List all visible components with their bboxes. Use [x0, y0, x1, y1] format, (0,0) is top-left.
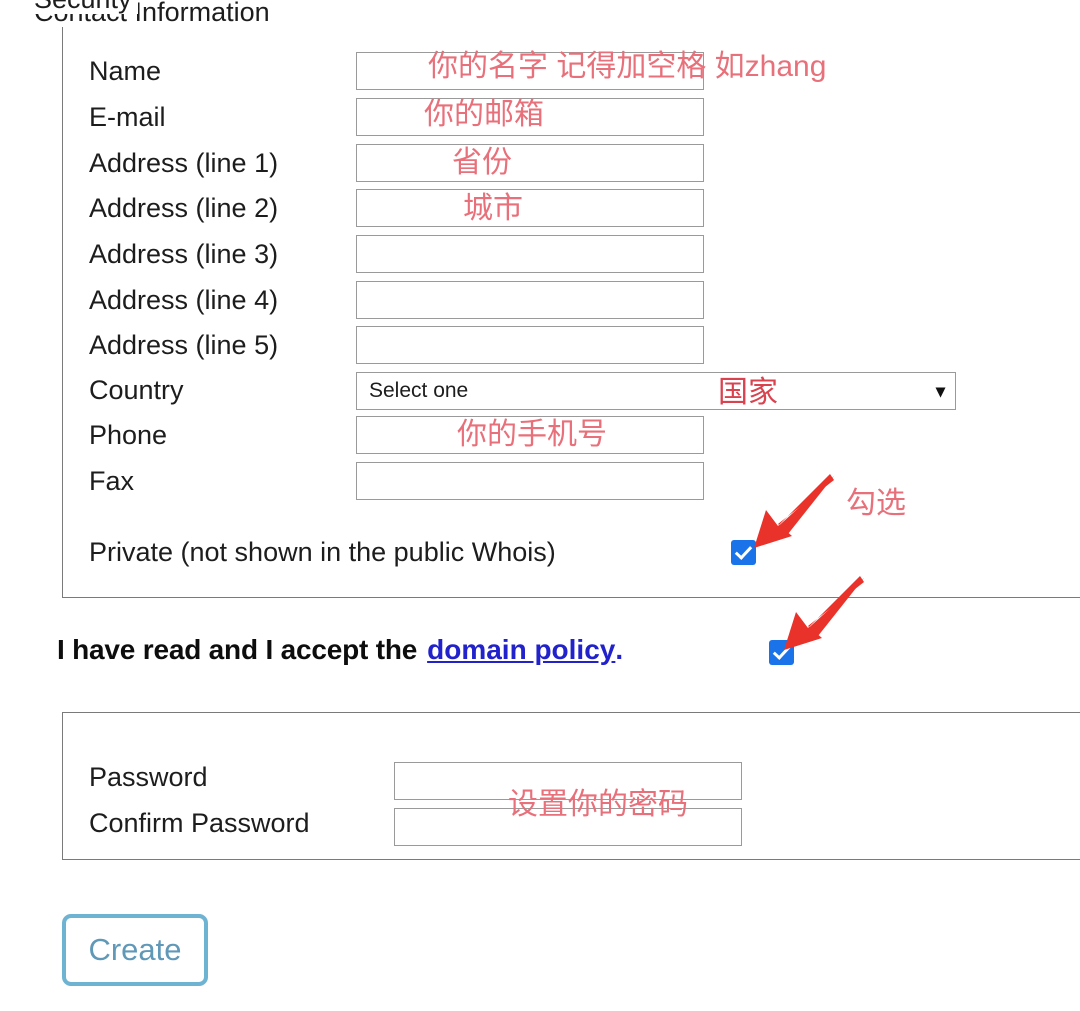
- private-whois-row: Private (not shown in the public Whois): [89, 535, 556, 569]
- address-line-3-input[interactable]: [356, 235, 704, 273]
- row-address-line-3: Address (line 3): [89, 237, 278, 271]
- accept-policy-checkbox[interactable]: [769, 640, 794, 665]
- label-address-line-5: Address (line 5): [89, 330, 279, 360]
- label-address-line-1: Address (line 1): [89, 148, 279, 178]
- row-address-line-4: Address (line 4): [89, 283, 278, 317]
- phone-input[interactable]: [356, 416, 704, 454]
- label-name: Name: [89, 56, 162, 86]
- label-address-line-3: Address (line 3): [89, 239, 279, 269]
- row-country: Country: [89, 373, 184, 407]
- row-address-line-1: Address (line 1): [89, 146, 278, 180]
- row-fax: Fax: [89, 464, 134, 498]
- row-address-line-5: Address (line 5): [89, 328, 278, 362]
- row-password: Password: [89, 760, 208, 794]
- label-address-line-2: Address (line 2): [89, 193, 279, 223]
- address-line-4-input[interactable]: [356, 281, 704, 319]
- password-input[interactable]: [394, 762, 742, 800]
- label-fax: Fax: [89, 466, 135, 496]
- policy-accept-text: I have read and I accept the: [57, 634, 418, 665]
- address-line-2-input[interactable]: [356, 189, 704, 227]
- private-whois-label: Private (not shown in the public Whois): [89, 537, 556, 567]
- label-country: Country: [89, 375, 184, 405]
- label-password: Password: [89, 762, 208, 792]
- fax-input[interactable]: [356, 462, 704, 500]
- country-select[interactable]: Select one ▾: [356, 372, 956, 410]
- row-address-line-2: Address (line 2): [89, 191, 278, 225]
- email-input[interactable]: [356, 98, 704, 136]
- label-address-line-4: Address (line 4): [89, 285, 279, 315]
- confirm-password-input[interactable]: [394, 808, 742, 846]
- address-line-5-input[interactable]: [356, 326, 704, 364]
- name-input[interactable]: [356, 52, 704, 90]
- domain-policy-link[interactable]: domain policy: [427, 634, 615, 666]
- row-name: Name: [89, 54, 161, 88]
- chevron-down-icon: ▾: [935, 381, 945, 401]
- private-whois-checkbox[interactable]: [731, 540, 756, 565]
- domain-policy-row: I have read and I accept the domain poli…: [57, 634, 623, 666]
- row-confirm-password: Confirm Password: [89, 806, 310, 840]
- address-line-1-input[interactable]: [356, 144, 704, 182]
- label-confirm-password: Confirm Password: [89, 808, 310, 838]
- label-email: E-mail: [89, 102, 166, 132]
- security-legend: Security: [28, 0, 138, 14]
- row-email: E-mail: [89, 100, 166, 134]
- country-select-value: Select one: [369, 379, 469, 402]
- create-button[interactable]: Create: [62, 914, 208, 986]
- create-button-label: Create: [88, 932, 182, 967]
- row-phone: Phone: [89, 418, 167, 452]
- policy-period: .: [615, 634, 624, 665]
- label-phone: Phone: [89, 420, 168, 450]
